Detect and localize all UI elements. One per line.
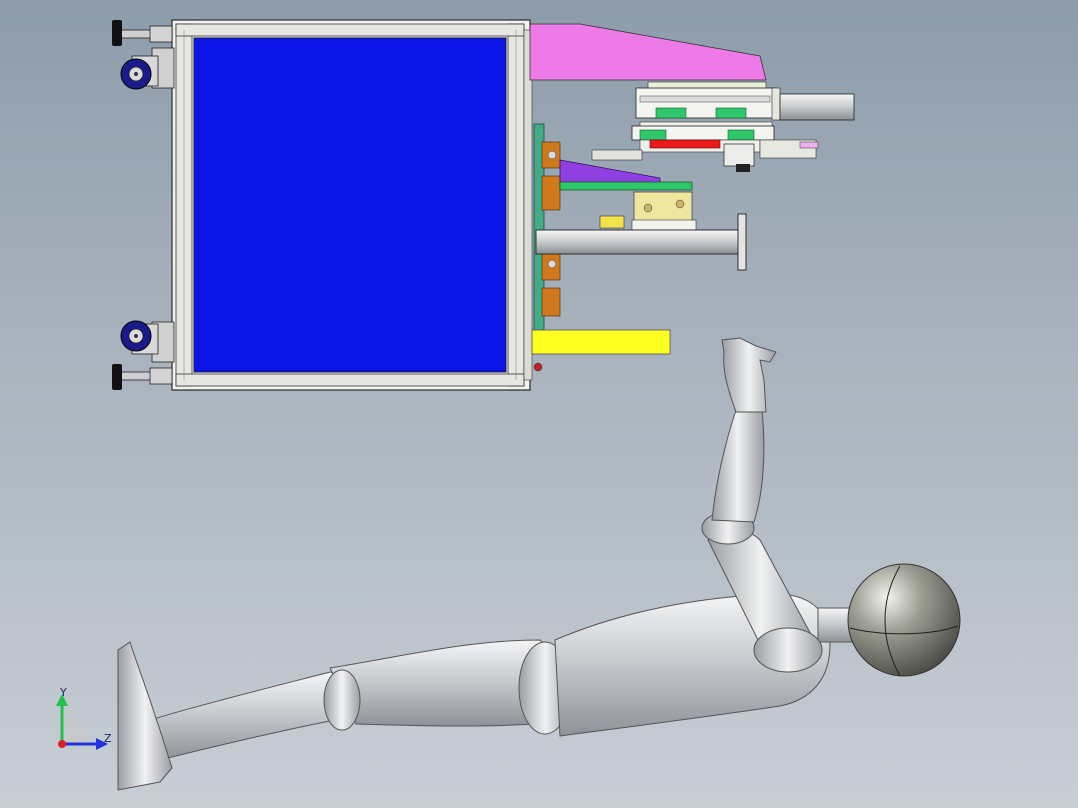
- human-mannequin[interactable]: [117, 337, 961, 791]
- x-axis-dot: [58, 740, 66, 748]
- mannequin-lower-leg: [149, 671, 357, 761]
- leveling-foot-top: [112, 20, 173, 46]
- y-axis-label: Y: [60, 686, 67, 699]
- coordinate-triad: Y Z: [52, 686, 122, 756]
- mannequin-forearm: [711, 409, 765, 523]
- green-plate: [559, 181, 693, 191]
- sensor-block: [599, 191, 697, 231]
- mannequin-head: [847, 563, 961, 677]
- linear-module-lower: [591, 121, 819, 172]
- pink-mount-plate: [529, 23, 767, 81]
- vertical-base-plate: [533, 123, 561, 333]
- machine-frame[interactable]: [171, 19, 533, 391]
- yellow-block: [531, 329, 671, 355]
- leveling-foot-bottom: [112, 364, 173, 390]
- z-axis-label: Z: [104, 732, 112, 745]
- blue-panel: [193, 37, 507, 373]
- linear-module-upper: [635, 81, 855, 121]
- graphics-viewport[interactable]: Y Z: [0, 0, 1078, 808]
- mannequin-hand: [721, 337, 777, 413]
- caster-wheel-bottom: [120, 320, 175, 363]
- caster-wheel-top: [120, 47, 175, 90]
- cad-model-view[interactable]: [0, 0, 1078, 808]
